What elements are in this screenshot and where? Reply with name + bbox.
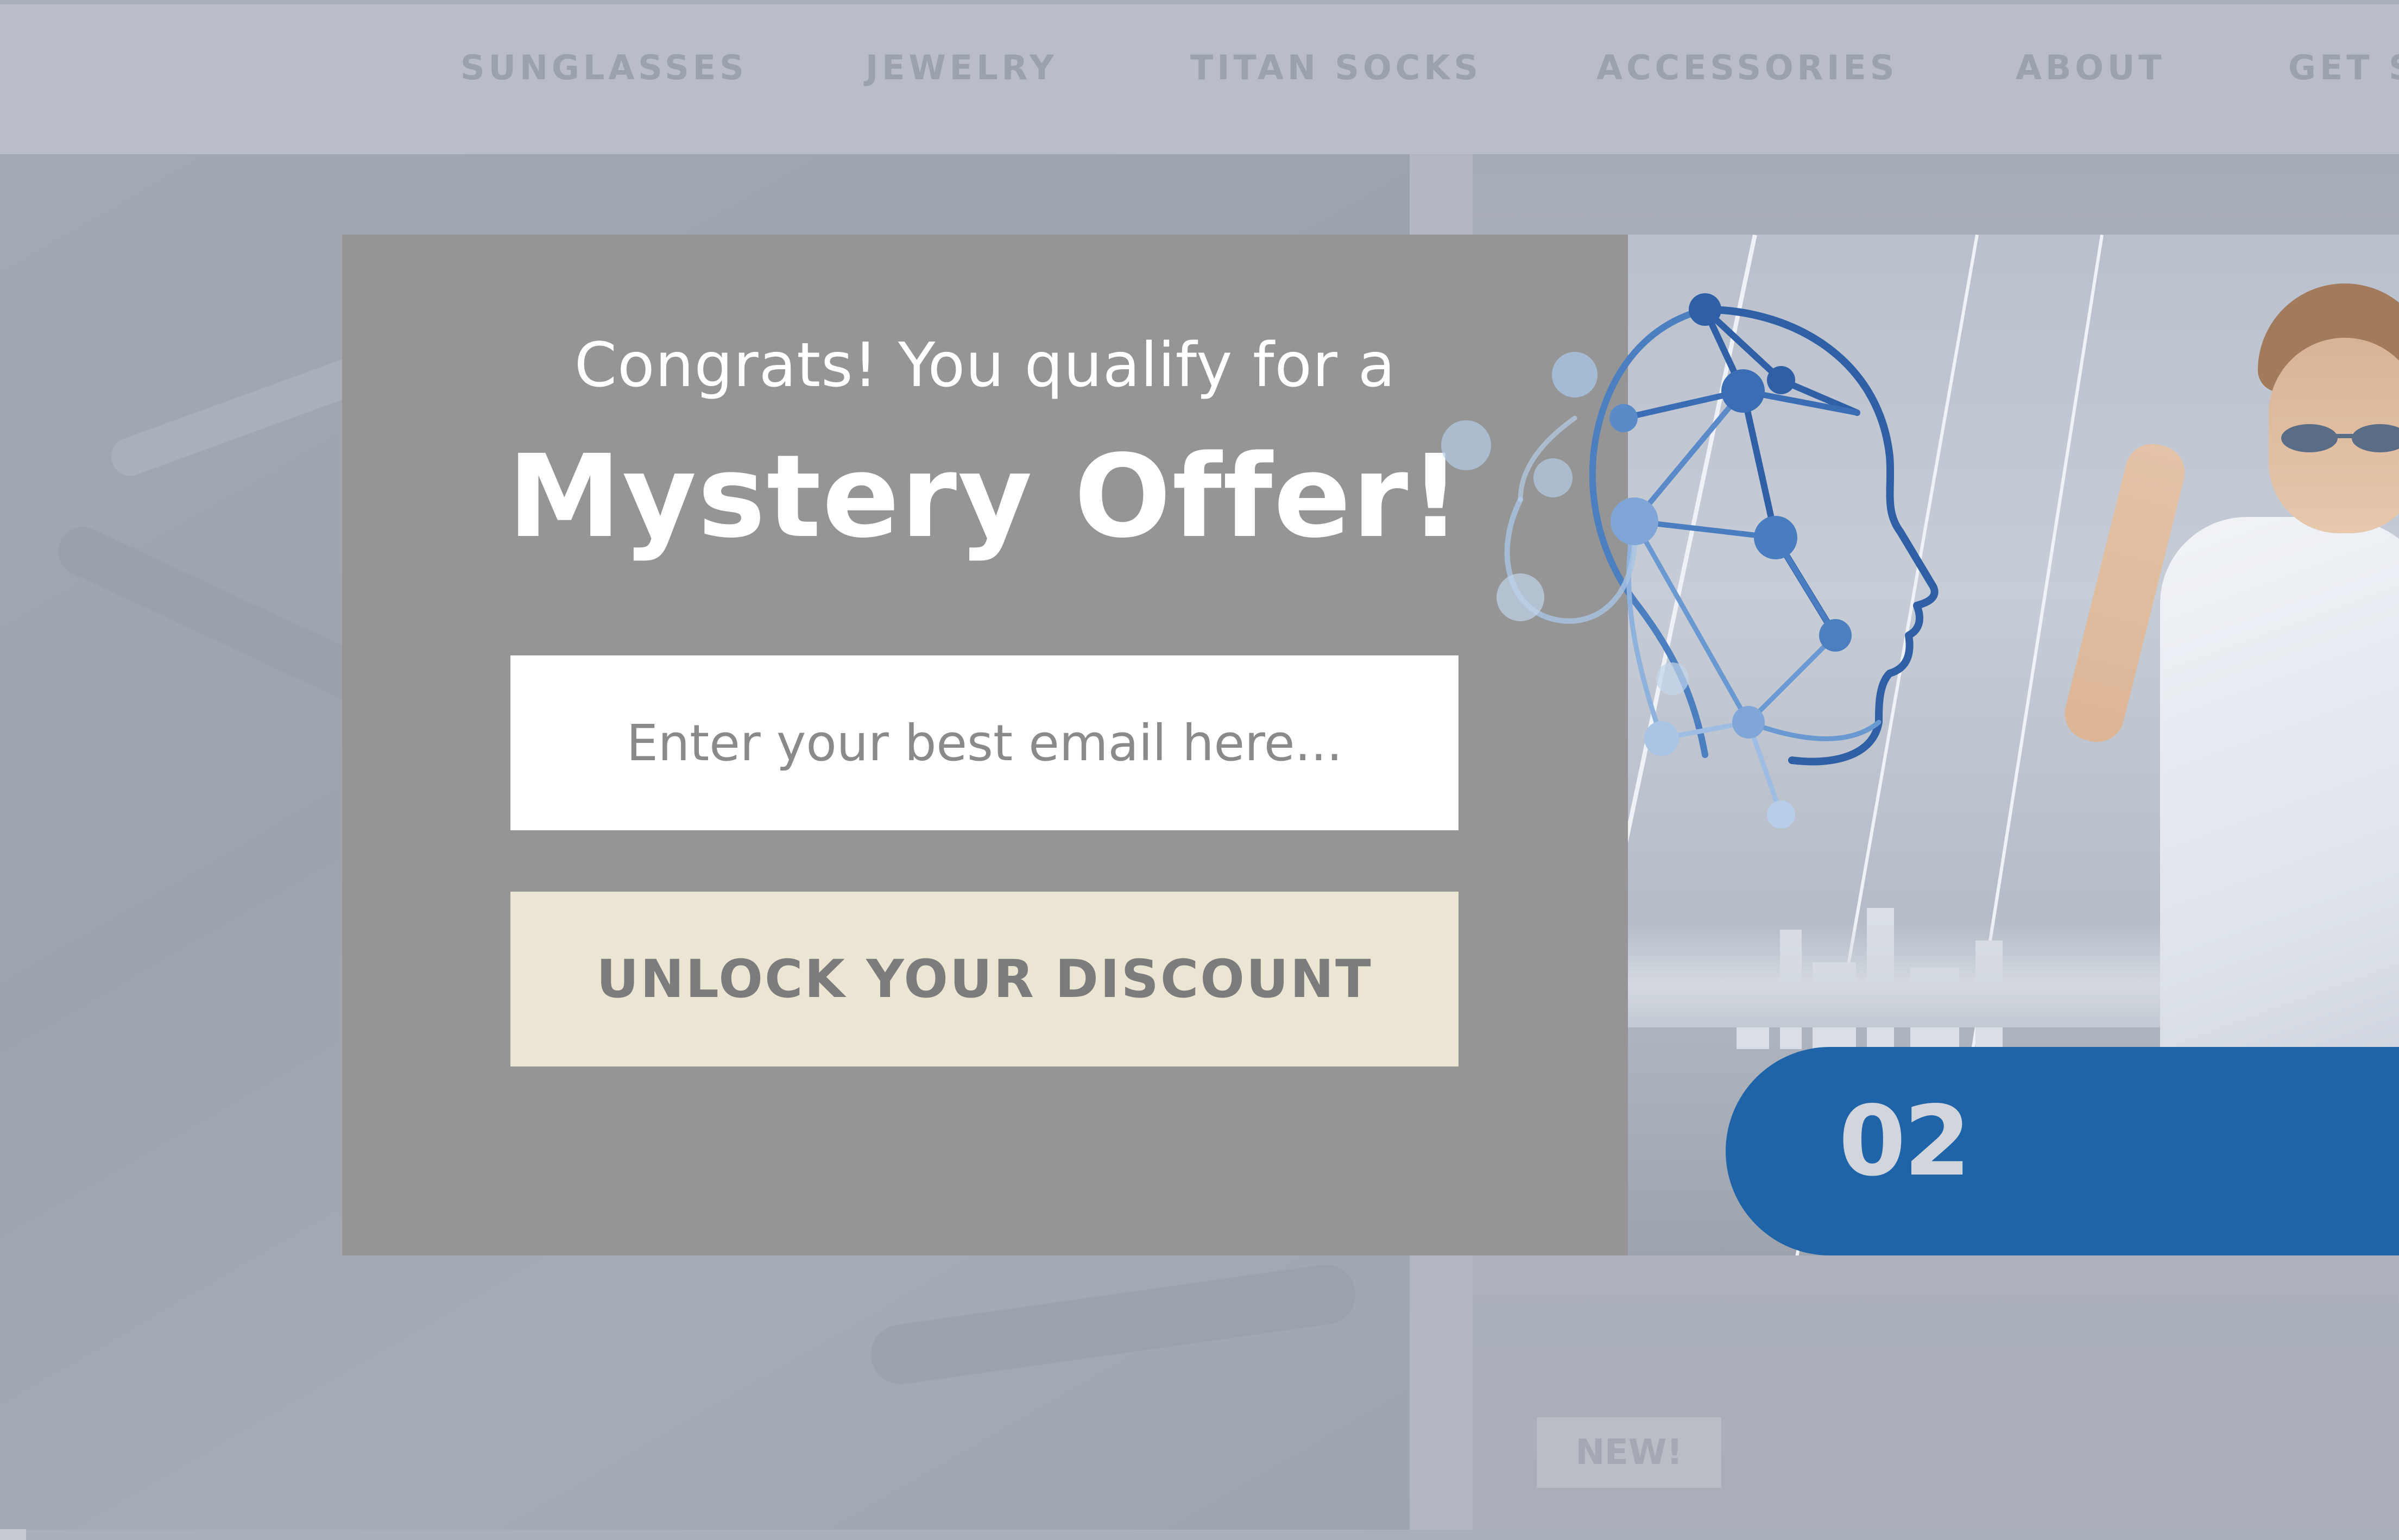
slider-indicator[interactable] xyxy=(0,1529,26,1540)
nav-item-accessories[interactable]: ACCESSORIES xyxy=(1596,48,1898,87)
head-network-icon xyxy=(1441,293,1939,829)
sunglasses-icon xyxy=(2281,424,2399,452)
slide-number-banner: 02 xyxy=(1726,1047,2399,1255)
top-navigation: SUNGLASSES JEWELRY TITAN SOCKS ACCESSORI… xyxy=(0,4,2399,154)
nav-item-get-started[interactable]: GET S xyxy=(2288,48,2399,87)
unlock-discount-button[interactable]: UNLOCK YOUR DISCOUNT xyxy=(510,892,1459,1066)
email-field[interactable] xyxy=(510,655,1459,830)
nav-item-jewelry[interactable]: JEWELRY xyxy=(866,48,1058,87)
nav-item-about[interactable]: ABOUT xyxy=(2016,48,2166,87)
nav-item-sunglasses[interactable]: SUNGLASSES xyxy=(460,48,748,87)
slide-number: 02 xyxy=(1839,1085,1971,1197)
nav-item-titan-socks[interactable]: TITAN SOCKS xyxy=(1190,48,1482,87)
new-badge: NEW! xyxy=(1537,1417,1721,1488)
background-shape xyxy=(867,1260,1360,1388)
